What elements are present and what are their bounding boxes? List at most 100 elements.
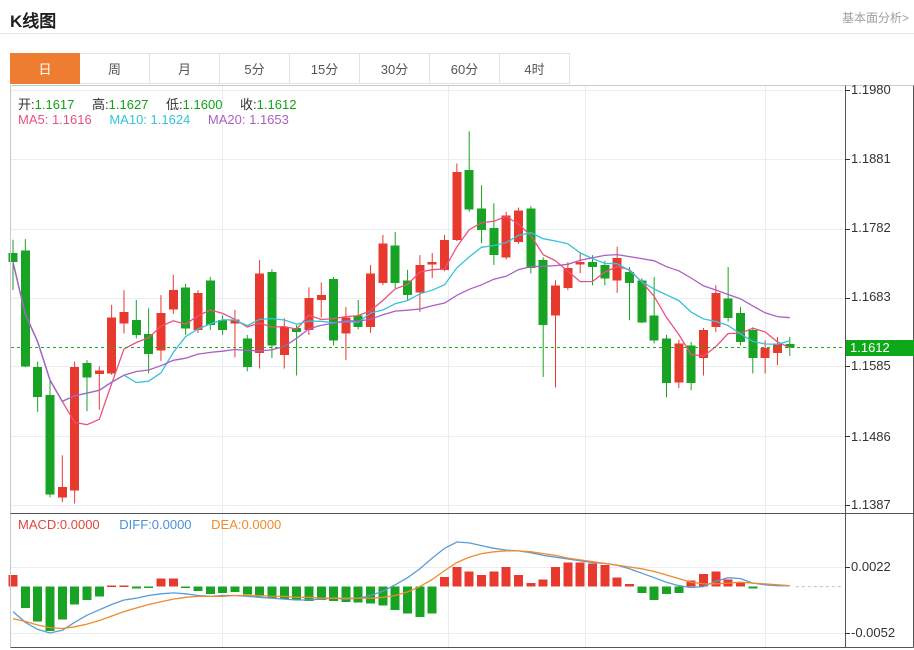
candle-body: [45, 395, 54, 494]
macd-bar: [415, 587, 424, 617]
candle-body: [280, 327, 289, 355]
macd-bar: [489, 571, 498, 586]
diff-line: [13, 542, 790, 633]
ma10-readout: MA10: 1.1624: [109, 112, 190, 127]
low-label: 低:: [166, 97, 183, 112]
macd-axis-label: -0.0052: [851, 625, 911, 640]
candle-body: [465, 170, 474, 210]
macd-bar: [600, 565, 609, 586]
candle-body: [613, 258, 622, 280]
candle-body: [391, 245, 400, 283]
macd-bar: [230, 587, 239, 592]
close-value: 1.1612: [257, 97, 297, 112]
macd-bar: [428, 587, 437, 614]
price-axis-label: 1.1585: [851, 358, 911, 373]
macd-bar: [206, 587, 215, 594]
macd-bar: [551, 567, 560, 587]
macd-bar: [58, 587, 67, 620]
ma20-line: [13, 255, 790, 402]
candle-body: [415, 265, 424, 292]
candle-body: [243, 338, 252, 367]
candle-body: [33, 367, 42, 397]
candle-body: [761, 348, 770, 358]
price-axis-label: 1.1881: [851, 151, 911, 166]
candle-body: [70, 367, 79, 490]
price-axis-label: 1.1980: [851, 82, 911, 97]
macd-bar: [576, 563, 585, 587]
macd-bar: [539, 579, 548, 586]
macd-bar: [674, 587, 683, 593]
macd-bar: [748, 587, 757, 589]
candle-body: [156, 313, 165, 350]
high-label: 高:: [92, 97, 109, 112]
ma10-line: [13, 233, 790, 402]
candle-body: [588, 262, 597, 267]
macd-bar: [33, 587, 42, 622]
ma20-readout: MA20: 1.1653: [208, 112, 289, 127]
macd-bar: [502, 567, 511, 587]
candle-body: [341, 317, 350, 333]
candle-body: [58, 487, 67, 497]
macd-bar: [82, 587, 91, 600]
open-label: 开:: [18, 97, 35, 112]
candle-body: [169, 290, 178, 310]
candle-body: [452, 172, 461, 240]
candle-body: [329, 279, 338, 341]
dea-value: DEA:0.0000: [211, 517, 281, 532]
ma5-readout: MA5: 1.1616: [18, 112, 92, 127]
price-axis-label: 1.1387: [851, 497, 911, 512]
candle-body: [132, 320, 141, 335]
candle-body: [489, 228, 498, 255]
candle-body: [428, 262, 437, 264]
candle-body: [378, 243, 387, 283]
macd-bar: [243, 587, 252, 595]
macd-bar: [107, 586, 116, 588]
ma-readout: MA5: 1.1616 MA10: 1.1624 MA20: 1.1653: [18, 112, 303, 127]
candle-body: [95, 371, 104, 374]
ohlc-readout: 开:1.1617 高:1.1627 低:1.1600 收:1.1612: [18, 94, 310, 113]
candle-body: [255, 273, 264, 353]
macd-bar: [119, 586, 128, 588]
candle-body: [193, 293, 202, 330]
candle-body: [551, 285, 560, 315]
price-axis-label: 1.1683: [851, 289, 911, 304]
macd-bar: [45, 587, 54, 632]
candle-body: [317, 295, 326, 300]
macd-bar: [70, 587, 79, 605]
candle-body: [674, 343, 683, 382]
macd-bar: [662, 587, 671, 594]
close-label: 收:: [240, 97, 257, 112]
candle-body: [9, 253, 18, 262]
candle-body: [206, 280, 215, 325]
macd-readout: MACD:0.0000 DIFF:0.0000 DEA:0.0000: [18, 517, 297, 532]
macd-bar: [563, 563, 572, 587]
candle-body: [403, 280, 412, 295]
open-value: 1.1617: [35, 97, 75, 112]
candle-body: [748, 330, 757, 358]
ma5-line: [13, 216, 790, 424]
candle-body: [724, 299, 733, 319]
macd-value: MACD:0.0000: [18, 517, 100, 532]
macd-bar: [304, 587, 313, 601]
macd-axis-label: 0.0022: [851, 559, 911, 574]
macd-bar: [514, 575, 523, 587]
candles-series: [9, 131, 795, 503]
macd-bar: [736, 583, 745, 587]
candle-body: [637, 280, 646, 322]
macd-bar: [169, 579, 178, 587]
candle-body: [304, 298, 313, 330]
macd-bar: [132, 587, 141, 589]
macd-bar: [613, 578, 622, 587]
macd-bar: [588, 563, 597, 586]
macd-bar: [625, 584, 634, 587]
candle-body: [267, 272, 276, 345]
macd-bar: [181, 587, 190, 589]
macd-bar: [452, 567, 461, 587]
current-price-tag: 1.1612: [846, 340, 914, 356]
macd-bar: [9, 575, 18, 587]
candle-body: [218, 320, 227, 330]
price-axis-label: 1.1782: [851, 220, 911, 235]
high-value: 1.1627: [109, 97, 149, 112]
macd-bar: [144, 587, 153, 589]
macd-bar: [526, 583, 535, 587]
